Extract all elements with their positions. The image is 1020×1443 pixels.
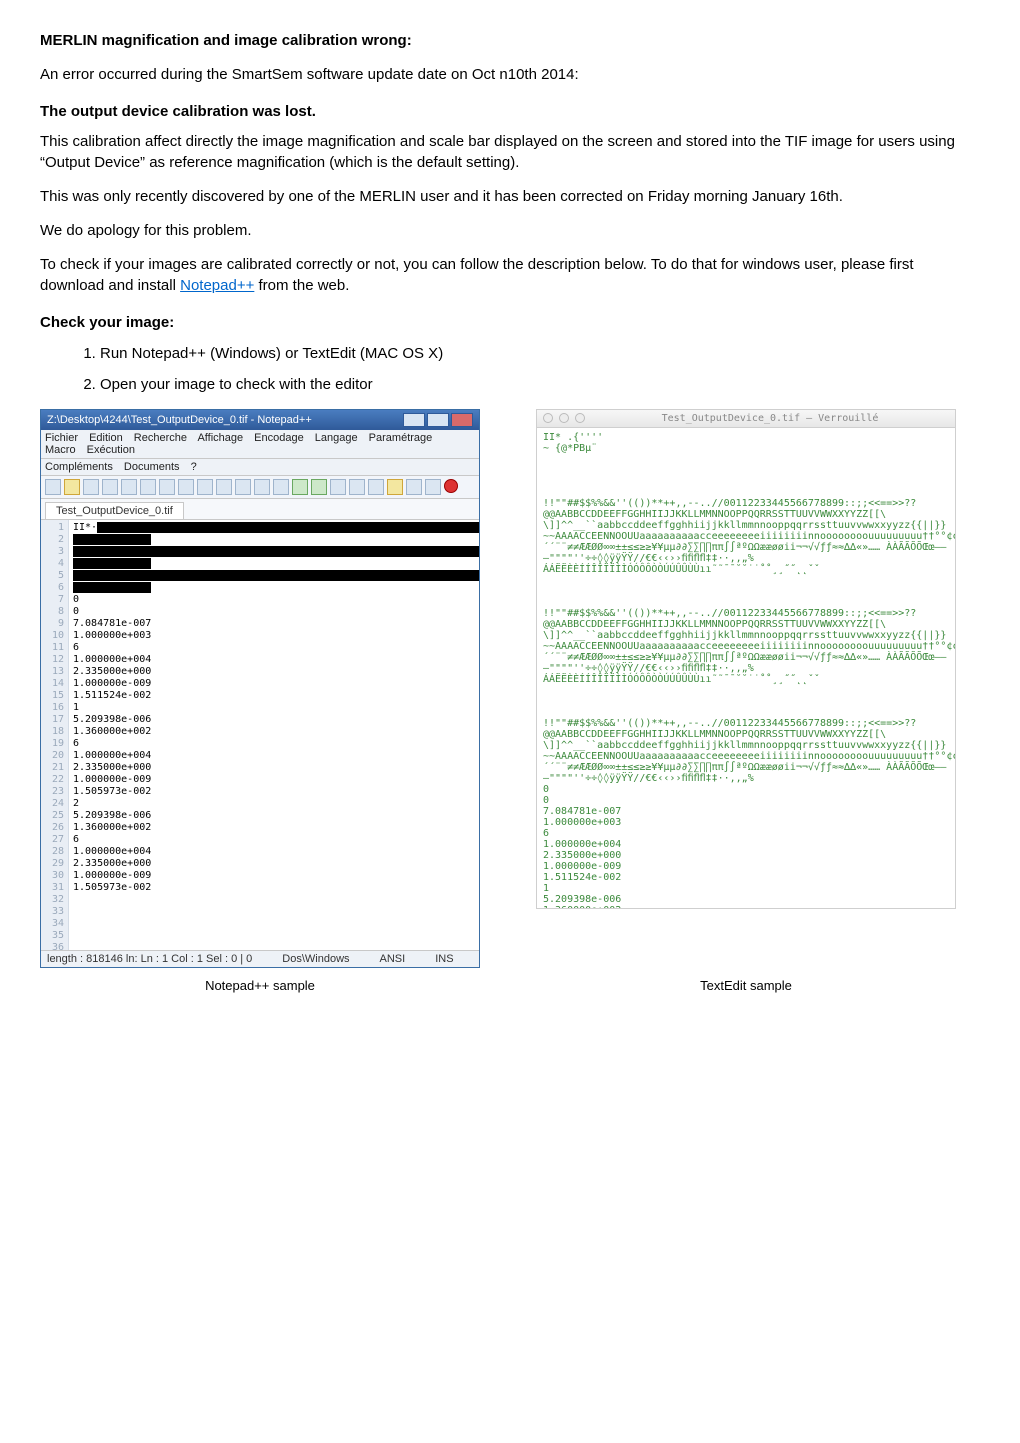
indent-guide-icon[interactable]: [368, 479, 384, 495]
menu-encodage[interactable]: Encodage: [254, 432, 304, 444]
open-file-icon[interactable]: [64, 479, 80, 495]
print-icon[interactable]: [140, 479, 156, 495]
menu-documents[interactable]: Documents: [124, 461, 180, 473]
textedit-titlebar: Test_OutputDevice_0.tif — Verrouillé: [537, 410, 955, 428]
textedit-body[interactable]: II* .{'''' ~ {@*PBµ¨ !!""##$$%%&&''(())*…: [537, 428, 955, 908]
paragraph-3: We do apology for this problem.: [40, 221, 980, 241]
step-2: Open your image to check with the editor: [100, 374, 980, 395]
paragraph-4-post: from the web.: [254, 277, 349, 294]
menu-execution[interactable]: Exécution: [87, 444, 135, 456]
replace-icon[interactable]: [273, 479, 289, 495]
copy-icon[interactable]: [178, 479, 194, 495]
caption-right: TextEdit sample: [536, 978, 956, 993]
notepad-link[interactable]: Notepad++: [180, 277, 254, 294]
menu-help[interactable]: ?: [191, 461, 197, 473]
notepad-window: Z:\Desktop\4244\Test_OutputDevice_0.tif …: [40, 409, 480, 968]
cut-icon[interactable]: [159, 479, 175, 495]
notepad-menubar2: Compléments Documents ?: [41, 459, 479, 476]
record-macro-icon[interactable]: [444, 479, 458, 493]
notepad-toolbar: [41, 476, 479, 499]
menu-affichage[interactable]: Affichage: [197, 432, 243, 444]
maximize-icon[interactable]: [427, 413, 449, 427]
notepad-tabstrip: Test_OutputDevice_0.tif: [41, 499, 479, 520]
notepad-titlebar: Z:\Desktop\4244\Test_OutputDevice_0.tif …: [41, 410, 479, 430]
menu-edition[interactable]: Edition: [89, 432, 123, 444]
menu-recherche[interactable]: Recherche: [134, 432, 187, 444]
code-area[interactable]: II*·II*·NULNULNULNULSINULSTXNUL·NULNULNU…: [69, 520, 479, 950]
window-buttons: [403, 413, 473, 427]
caption-left: Notepad++ sample: [40, 978, 480, 993]
show-all-chars-icon[interactable]: [349, 479, 365, 495]
wordwrap-icon[interactable]: [330, 479, 346, 495]
status-os: Dos\Windows: [282, 953, 349, 965]
find-icon[interactable]: [254, 479, 270, 495]
line-number-gutter: 1 2 3 4 5 6 7 8 9 10 11 12 13 14 15 16 1…: [41, 520, 69, 950]
traffic-minimize-icon[interactable]: [559, 413, 569, 423]
notepad-statusbar: length : 818146 ln: Ln : 1 Col : 1 Sel :…: [41, 950, 479, 967]
check-heading: Check your image:: [40, 314, 980, 331]
notepad-tab[interactable]: Test_OutputDevice_0.tif: [45, 502, 184, 519]
menu-parametrage[interactable]: Paramétrage: [369, 432, 433, 444]
save-icon[interactable]: [83, 479, 99, 495]
undo-icon[interactable]: [216, 479, 232, 495]
textedit-window: Test_OutputDevice_0.tif — Verrouillé II*…: [536, 409, 956, 909]
traffic-close-icon[interactable]: [543, 413, 553, 423]
notepad-title-text: Z:\Desktop\4244\Test_OutputDevice_0.tif …: [47, 414, 312, 426]
status-ins: INS: [435, 953, 453, 965]
menu-macro[interactable]: Macro: [45, 444, 76, 456]
close-file-icon[interactable]: [121, 479, 137, 495]
function-list-icon[interactable]: [425, 479, 441, 495]
save-all-icon[interactable]: [102, 479, 118, 495]
doc-map-icon[interactable]: [406, 479, 422, 495]
new-file-icon[interactable]: [45, 479, 61, 495]
paragraph-2: This was only recently discovered by one…: [40, 187, 980, 207]
paragraph-1: This calibration affect directly the ima…: [40, 132, 980, 173]
menu-complements[interactable]: Compléments: [45, 461, 113, 473]
step-1: Run Notepad++ (Windows) or TextEdit (MAC…: [100, 343, 980, 364]
steps-list: Run Notepad++ (Windows) or TextEdit (MAC…: [40, 343, 980, 395]
paragraph-4-pre: To check if your images are calibrated c…: [40, 256, 914, 293]
page-title: MERLIN magnification and image calibrati…: [40, 32, 980, 49]
paste-icon[interactable]: [197, 479, 213, 495]
paragraph-4: To check if your images are calibrated c…: [40, 255, 980, 296]
status-encoding: ANSI: [380, 953, 406, 965]
menu-langage[interactable]: Langage: [315, 432, 358, 444]
intro-paragraph: An error occurred during the SmartSem so…: [40, 65, 980, 85]
folder-icon[interactable]: [387, 479, 403, 495]
redo-icon[interactable]: [235, 479, 251, 495]
captions-row: Notepad++ sample TextEdit sample: [40, 978, 980, 993]
menu-fichier[interactable]: Fichier: [45, 432, 78, 444]
status-length: length : 818146 ln: Ln : 1 Col : 1 Sel :…: [47, 953, 252, 965]
traffic-zoom-icon[interactable]: [575, 413, 585, 423]
minimize-icon[interactable]: [403, 413, 425, 427]
figures-row: Z:\Desktop\4244\Test_OutputDevice_0.tif …: [40, 409, 980, 968]
notepad-menubar: Fichier Edition Recherche Affichage Enco…: [41, 430, 479, 459]
textedit-title-text: Test_OutputDevice_0.tif — Verrouillé: [591, 413, 949, 424]
zoom-out-icon[interactable]: [311, 479, 327, 495]
close-icon[interactable]: [451, 413, 473, 427]
lost-heading: The output device calibration was lost.: [40, 103, 980, 120]
zoom-in-icon[interactable]: [292, 479, 308, 495]
notepad-editor[interactable]: 1 2 3 4 5 6 7 8 9 10 11 12 13 14 15 16 1…: [41, 520, 479, 950]
